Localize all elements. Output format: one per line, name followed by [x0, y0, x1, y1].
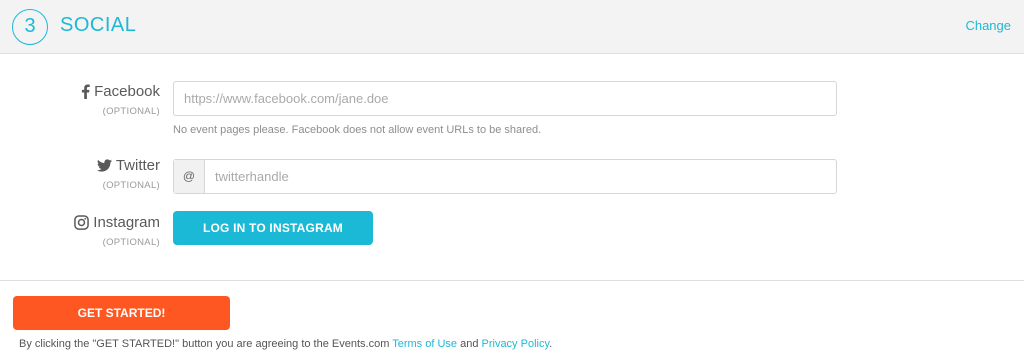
instagram-label: Instagram: [93, 214, 160, 231]
twitter-input-group: @: [173, 159, 837, 194]
terms-of-use-link[interactable]: Terms of Use: [392, 338, 457, 350]
instagram-icon: [74, 215, 90, 230]
facebook-hint: No event pages please. Facebook does not…: [173, 124, 542, 136]
twitter-handle-input[interactable]: [205, 160, 836, 193]
instagram-label-group: Instagram (OPTIONAL): [10, 214, 160, 248]
section-title: SOCIAL: [60, 14, 137, 36]
at-prefix: @: [174, 160, 205, 193]
facebook-label: Facebook: [94, 83, 160, 100]
legal-and: and: [457, 338, 482, 350]
twitter-label: Twitter: [115, 157, 160, 174]
get-started-button[interactable]: GET STARTED!: [13, 296, 230, 330]
step-number-badge: 3: [12, 9, 48, 45]
facebook-optional: (OPTIONAL): [102, 106, 160, 117]
privacy-policy-link[interactable]: Privacy Policy: [482, 338, 550, 350]
twitter-icon: [96, 159, 112, 172]
divider: [0, 280, 1024, 281]
legal-suffix: .: [549, 338, 553, 350]
twitter-optional: (OPTIONAL): [102, 180, 160, 191]
login-instagram-button[interactable]: LOG IN TO INSTAGRAM: [173, 211, 373, 245]
twitter-label-group: Twitter (OPTIONAL): [10, 157, 160, 191]
facebook-label-group: Facebook (OPTIONAL): [10, 83, 160, 117]
change-link[interactable]: Change: [965, 18, 1011, 33]
legal-notice: By clicking the "GET STARTED!" button yo…: [19, 338, 552, 350]
facebook-url-input[interactable]: [173, 81, 837, 116]
legal-prefix: By clicking the "GET STARTED!" button yo…: [19, 338, 393, 350]
section-header: 3 SOCIAL Change: [0, 0, 1024, 54]
facebook-icon: [81, 84, 90, 99]
instagram-optional: (OPTIONAL): [102, 237, 160, 248]
